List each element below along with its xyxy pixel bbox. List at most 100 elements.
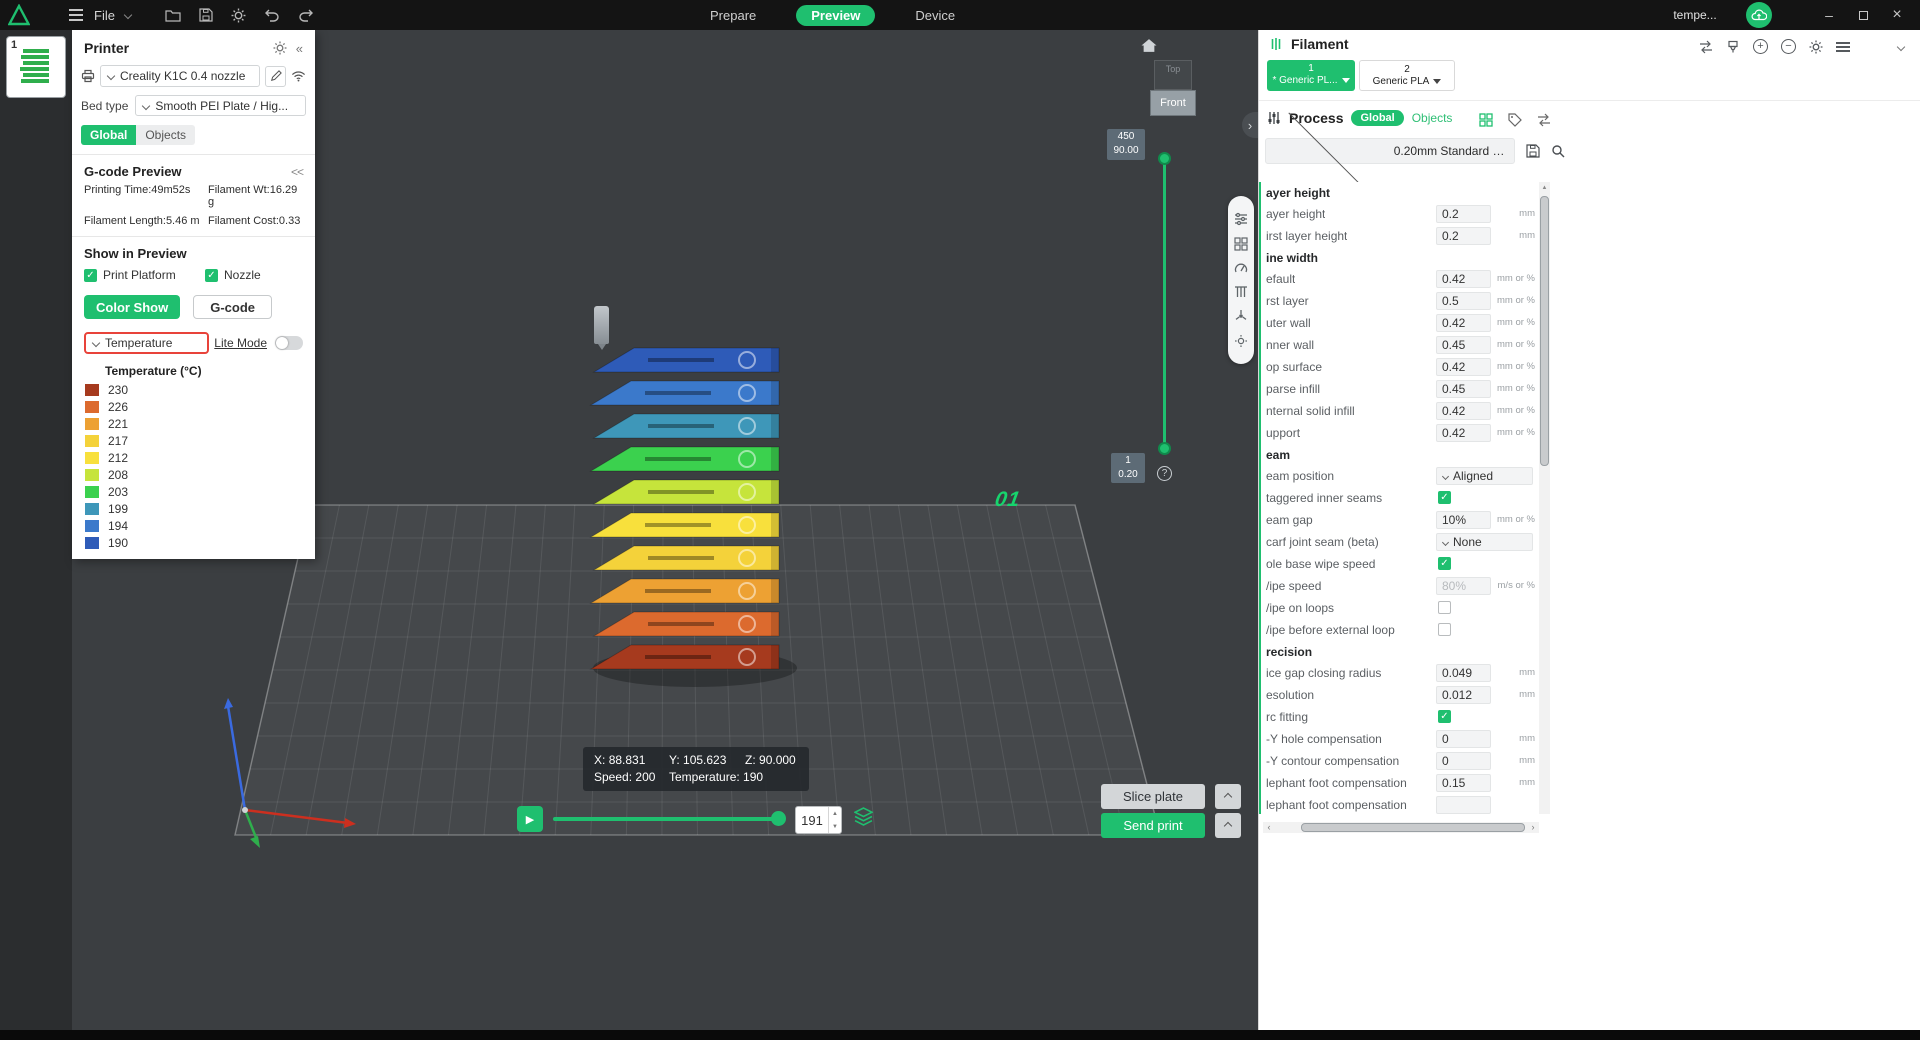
layer-slider-top-handle[interactable] [1158, 152, 1171, 165]
layers-icon[interactable] [854, 807, 873, 826]
play-button[interactable]: ▶ [517, 806, 543, 832]
param-value-input[interactable] [1436, 796, 1491, 814]
tab-prepare[interactable]: Prepare [700, 5, 766, 26]
playback-slider-track[interactable] [553, 817, 785, 821]
param-checkbox[interactable] [1438, 601, 1451, 614]
cooling-category-icon[interactable] [1234, 309, 1248, 323]
color-show-button[interactable]: Color Show [84, 295, 180, 319]
tab-global[interactable]: Global [81, 125, 136, 145]
stat-filament-length: Filament Length:5.46 m [84, 215, 208, 227]
legend-value: 221 [108, 417, 128, 431]
viewcube-top-face[interactable]: Top [1154, 60, 1192, 90]
redo-icon[interactable] [298, 8, 314, 22]
printer-icon [81, 69, 95, 83]
legend-item: 199 [72, 500, 315, 517]
stepper-down-icon[interactable]: ▼ [829, 820, 841, 833]
send-print-button[interactable]: Send print [1101, 813, 1205, 838]
layer-slider-help-icon[interactable]: ? [1157, 466, 1172, 481]
param-row: esolution0.012mm [1261, 684, 1539, 706]
process-tab-global[interactable]: Global [1351, 110, 1403, 126]
print-platform-checkbox-row[interactable]: ✓ Print Platform [84, 268, 205, 282]
search-icon[interactable] [1551, 144, 1565, 158]
tab-device[interactable]: Device [905, 5, 965, 26]
param-checkbox[interactable] [1438, 623, 1451, 636]
printer-panel-collapse[interactable]: « [296, 41, 303, 56]
slice-plate-button[interactable]: Slice plate [1101, 784, 1205, 809]
model-temperature-tower[interactable] [585, 334, 785, 680]
params-horizontal-scrollbar[interactable]: ‹ › [1263, 822, 1539, 833]
lite-mode-toggle[interactable] [275, 336, 303, 350]
tab-preview[interactable]: Preview [796, 5, 875, 26]
strength-category-icon[interactable] [1234, 237, 1248, 251]
save-icon[interactable] [199, 8, 213, 22]
legend-value: 194 [108, 519, 128, 533]
bed-type-select[interactable]: Smooth PEI Plate / Hig... [135, 95, 306, 116]
maximize-button[interactable] [1846, 0, 1880, 30]
layer-slider-bottom-handle[interactable] [1158, 442, 1171, 455]
close-button[interactable]: × [1880, 0, 1914, 30]
filament-slot-1[interactable]: 1 * Generic PL... [1267, 60, 1355, 91]
chevron-down-icon[interactable] [124, 11, 132, 19]
scrollbar-thumb[interactable] [1301, 823, 1525, 832]
legend-color-swatch [85, 384, 99, 396]
remove-filament-icon[interactable]: − [1781, 39, 1796, 54]
filament-panel-expand-icon[interactable] [1897, 43, 1905, 51]
home-view-icon[interactable] [1140, 38, 1158, 53]
minimize-button[interactable]: – [1812, 0, 1846, 30]
playback-slider-handle[interactable] [771, 811, 786, 826]
param-checkbox[interactable]: ✓ [1438, 557, 1451, 570]
gcode-preview-collapse[interactable]: << [291, 165, 303, 179]
open-folder-icon[interactable] [165, 9, 181, 22]
stepper-up-icon[interactable]: ▲ [829, 807, 841, 820]
layer-number-value[interactable]: 191 [796, 807, 828, 833]
scrollbar-thumb[interactable] [1540, 196, 1549, 466]
menu-icon[interactable] [66, 14, 86, 16]
slice-options-button[interactable] [1215, 784, 1241, 809]
printer-settings-gear-icon[interactable] [273, 41, 287, 55]
view-type-select[interactable]: Temperature [84, 332, 209, 354]
settings-gear-icon[interactable] [231, 8, 246, 23]
scroll-left-icon[interactable]: ‹ [1263, 822, 1275, 833]
param-label: op surface [1266, 360, 1322, 374]
file-menu[interactable]: File [94, 8, 115, 23]
layer-number-stepper[interactable]: 191 ▲ ▼ [795, 806, 842, 834]
checkbox-checked-icon[interactable]: ✓ [205, 269, 218, 282]
filament-slot-2[interactable]: 2 Generic PLA [1359, 60, 1455, 91]
more-options-icon[interactable] [1836, 46, 1850, 48]
save-preset-icon[interactable] [1526, 144, 1540, 158]
layer-slider-track[interactable] [1163, 158, 1166, 450]
others-category-icon[interactable] [1234, 334, 1248, 348]
scroll-up-icon[interactable]: ▲ [1539, 182, 1550, 194]
support-category-icon[interactable] [1234, 285, 1248, 299]
filament-settings-gear-icon[interactable] [1809, 40, 1823, 54]
tab-objects[interactable]: Objects [136, 125, 195, 145]
panel-collapse-tab[interactable]: › [1242, 112, 1258, 138]
param-checkbox[interactable]: ✓ [1438, 710, 1451, 723]
extruder-icon[interactable] [1726, 40, 1740, 54]
advanced-mode-icon[interactable] [1479, 113, 1493, 127]
plate-thumbnail[interactable]: 1 [6, 36, 66, 98]
process-tab-objects[interactable]: Objects [1412, 111, 1453, 125]
speed-category-icon[interactable] [1234, 261, 1248, 275]
add-filament-icon[interactable]: + [1753, 39, 1768, 54]
quality-category-icon[interactable] [1234, 212, 1248, 226]
scroll-right-icon[interactable]: › [1527, 822, 1539, 833]
nozzle-checkbox-row[interactable]: ✓ Nozzle [205, 268, 261, 282]
param-select[interactable]: None [1436, 533, 1533, 551]
param-checkbox[interactable]: ✓ [1438, 491, 1451, 504]
compare-presets-icon[interactable] [1537, 113, 1551, 127]
process-preset-select[interactable]: 0.20mm Standard @Creality K1C 0.4 nozz..… [1265, 138, 1515, 164]
wifi-connection-icon[interactable] [291, 70, 306, 82]
checkbox-checked-icon[interactable]: ✓ [84, 269, 97, 282]
edit-printer-button[interactable] [265, 66, 286, 87]
send-options-button[interactable] [1215, 813, 1241, 838]
params-vertical-scrollbar[interactable]: ▲ [1539, 182, 1550, 814]
sync-filament-icon[interactable] [1699, 40, 1713, 54]
printer-select[interactable]: Creality K1C 0.4 nozzle [100, 65, 260, 87]
gcode-button[interactable]: G-code [193, 295, 272, 319]
param-select[interactable]: Aligned [1436, 467, 1533, 485]
undo-icon[interactable] [264, 8, 280, 22]
preset-tag-icon[interactable] [1508, 113, 1522, 127]
viewcube-front-face[interactable]: Front [1150, 90, 1196, 116]
cloud-upload-button[interactable] [1746, 2, 1772, 28]
